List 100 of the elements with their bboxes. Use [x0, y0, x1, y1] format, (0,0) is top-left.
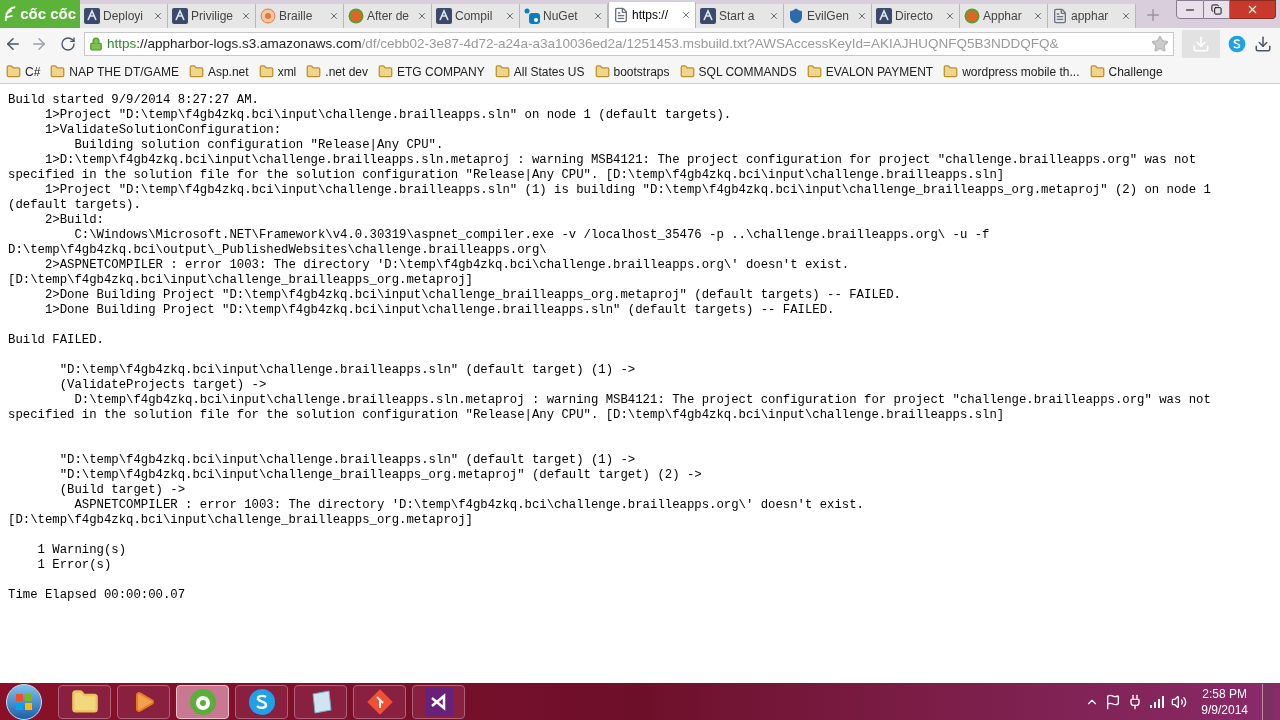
- bookmark-label: All States US: [513, 63, 585, 81]
- folder-icon: [306, 64, 322, 79]
- bookmark-label: Challenge: [1108, 63, 1163, 81]
- download-icon: [1192, 35, 1210, 53]
- browser-tab[interactable]: https://: [608, 2, 696, 28]
- log-line: Time Elapsed 00:00:00.07: [8, 588, 186, 603]
- log-line: D:\temp\f4gb4zkq.bci\input\challenge.brailleapps.sln.metaproj : warning MSB4121: The project configuration for project "challenge.brailleapps.org" was not: [73, 393, 1211, 408]
- clock-date: 9/9/2014: [1201, 701, 1248, 718]
- skype-icon: [247, 687, 276, 716]
- bookmark-label: bootstraps: [613, 63, 670, 81]
- close-window-button[interactable]: [1230, 0, 1276, 19]
- log-line: "D:\temp\f4gb4zkq.bci\input\challenge.brailleapps.sln" (default target) (1) ->: [58, 453, 636, 468]
- taskbar-app[interactable]: [176, 684, 229, 719]
- clock[interactable]: 2:58 PM 9/9/2014: [1193, 685, 1256, 718]
- log-line: "D:\temp\f4gb4zkq.bci\input\challenge_brailleapps_org.metaproj" (default target) (2) ->: [58, 468, 702, 483]
- browser-tab[interactable]: Directo: [872, 4, 960, 28]
- reload-icon[interactable]: [60, 36, 76, 52]
- bookmark-label: Asp.net: [207, 63, 249, 81]
- log-line: specified in the solution file for the solution configuration "Release|Any CPU". [D:\temp\f4gb4zkq.bci\input\challenge.brailleapps.sln]: [8, 168, 1005, 183]
- skype-icon[interactable]: [1228, 35, 1246, 53]
- forward-icon[interactable]: [30, 35, 48, 53]
- log-line: 1>Project "D:\temp\f4gb4zkq.bci\input\challenge.brailleapps.sln" on node 1 (default targets).: [43, 108, 732, 123]
- star-icon[interactable]: [1151, 35, 1169, 53]
- folder-icon: [188, 64, 204, 79]
- lock-icon: [89, 37, 103, 51]
- address-bar[interactable]: https://appharbor-logs.s3.amazonaws.com/df/cebb02-3e87-4d72-a24a-a3a10036ed2a/1251453.msbuild.txt?AWSAccessKeyId=AKIAJHUQNFQ5B3NDDQFQ&: [84, 32, 1174, 56]
- volume-icon[interactable]: [1171, 693, 1188, 710]
- log-line: Build started 9/9/2014 8:27:27 AM.: [8, 93, 259, 108]
- folder-icon: [378, 64, 393, 79]
- browser-tab[interactable]: After de: [344, 4, 432, 28]
- close-icon[interactable]: [241, 11, 251, 21]
- tab-title: Privilige: [191, 8, 234, 25]
- close-icon[interactable]: [1121, 11, 1131, 21]
- shield-icon: [788, 8, 804, 24]
- log-line: (ValidateProjects target) ->: [58, 378, 267, 393]
- log-line: Build FAILED.: [8, 333, 104, 348]
- browser-tab[interactable]: Privilige: [168, 4, 256, 28]
- signal-icon[interactable]: [1149, 694, 1166, 709]
- bookmark-label: .net dev: [325, 63, 368, 81]
- tab-title: https://: [632, 7, 670, 24]
- close-icon[interactable]: [153, 11, 163, 21]
- close-icon[interactable]: [681, 10, 691, 20]
- browser-tab[interactable]: Braille: [256, 4, 344, 28]
- taskbar-app[interactable]: [117, 684, 170, 719]
- close-icon[interactable]: [857, 11, 867, 21]
- close-icon: [1246, 3, 1259, 16]
- log-line: 1>Project "D:\temp\f4gb4zkq.bci\input\challenge.brailleapps.sln" (1) is building "D:\temp\f4gb4zkq.bci\input\challenge_brailleapps_org.metaproj" (2) on node 1: [43, 183, 1211, 198]
- browser-tab[interactable]: Start a: [696, 4, 784, 28]
- start-button[interactable]: [6, 683, 42, 720]
- tab-title: Start a: [719, 8, 756, 25]
- log-line: (default targets).: [8, 198, 141, 213]
- restore-button[interactable]: [1204, 0, 1230, 19]
- log-line: 1>Done Building Project "D:\temp\f4gb4zkq.bci\input\challenge.brailleapps.sln" (default targets) -- FAILED.: [43, 303, 835, 318]
- circle-logo-icon: [348, 8, 364, 24]
- folder-icon: [50, 64, 66, 79]
- close-icon[interactable]: [417, 11, 427, 21]
- show-desktop-button[interactable]: [1262, 683, 1274, 720]
- bookmark-label: C#: [25, 63, 41, 81]
- clock-time: 2:58 PM: [1202, 685, 1247, 702]
- close-icon[interactable]: [1033, 11, 1043, 21]
- bookmark-label: EVALON PAYMENT: [825, 63, 934, 81]
- folder-icon: [70, 687, 99, 716]
- flag-icon[interactable]: [1105, 693, 1122, 710]
- tab-title: NuGet: [543, 8, 579, 25]
- taskbar-app[interactable]: [235, 684, 288, 719]
- tab-title: Compil: [455, 8, 494, 25]
- close-icon[interactable]: [593, 11, 603, 21]
- log-line: "D:\temp\f4gb4zkq.bci\input\challenge.brailleapps.sln" (default target) (1) ->: [58, 363, 636, 378]
- folder-icon: [594, 64, 610, 79]
- browser-tab[interactable]: Apphar: [960, 4, 1048, 28]
- browser-tab[interactable]: NuGet: [520, 4, 608, 28]
- tab-title: Deployi: [103, 8, 145, 25]
- windows-logo-icon: [15, 692, 33, 711]
- bookmark-label: xml: [277, 63, 297, 81]
- folder-icon: [6, 64, 21, 79]
- flower-icon: [260, 8, 276, 24]
- log-line: Building solution configuration "Release|Any CPU".: [73, 138, 444, 153]
- leaf-icon: [4, 4, 17, 24]
- close-icon[interactable]: [505, 11, 515, 21]
- browser-tab[interactable]: EvilGen: [784, 4, 872, 28]
- close-icon[interactable]: [329, 11, 339, 21]
- nuget-blocks-icon: [524, 8, 540, 24]
- circle-logo-icon: [964, 8, 980, 24]
- log-line: 1>D:\temp\f4gb4zkq.bci\input\challenge.brailleapps.sln.metaproj : warning MSB4121: The project configuration for project "challenge.brailleapps.org" was not: [43, 153, 1197, 168]
- close-icon[interactable]: [945, 11, 955, 21]
- download-icon[interactable]: [1254, 35, 1272, 53]
- taskbar-app[interactable]: [294, 684, 347, 719]
- folder-icon: [258, 64, 274, 79]
- taskbar-app[interactable]: [412, 684, 465, 719]
- page-icon: [613, 7, 629, 23]
- close-icon[interactable]: [769, 11, 779, 21]
- log-line: [D:\temp\f4gb4zkq.bci\input\challenge_brailleapps_org.metaproj]: [8, 273, 473, 288]
- minimize-button[interactable]: [1176, 0, 1204, 19]
- browser-tab[interactable]: Deployi: [80, 4, 168, 28]
- taskbar-app[interactable]: [58, 684, 111, 719]
- back-icon[interactable]: [4, 35, 22, 53]
- browser-tab[interactable]: Compil: [432, 4, 520, 28]
- tab-title: Braille: [279, 8, 314, 25]
- browser-tab[interactable]: apphar: [1048, 4, 1136, 28]
- browser-name: cốc cốc: [20, 3, 76, 24]
